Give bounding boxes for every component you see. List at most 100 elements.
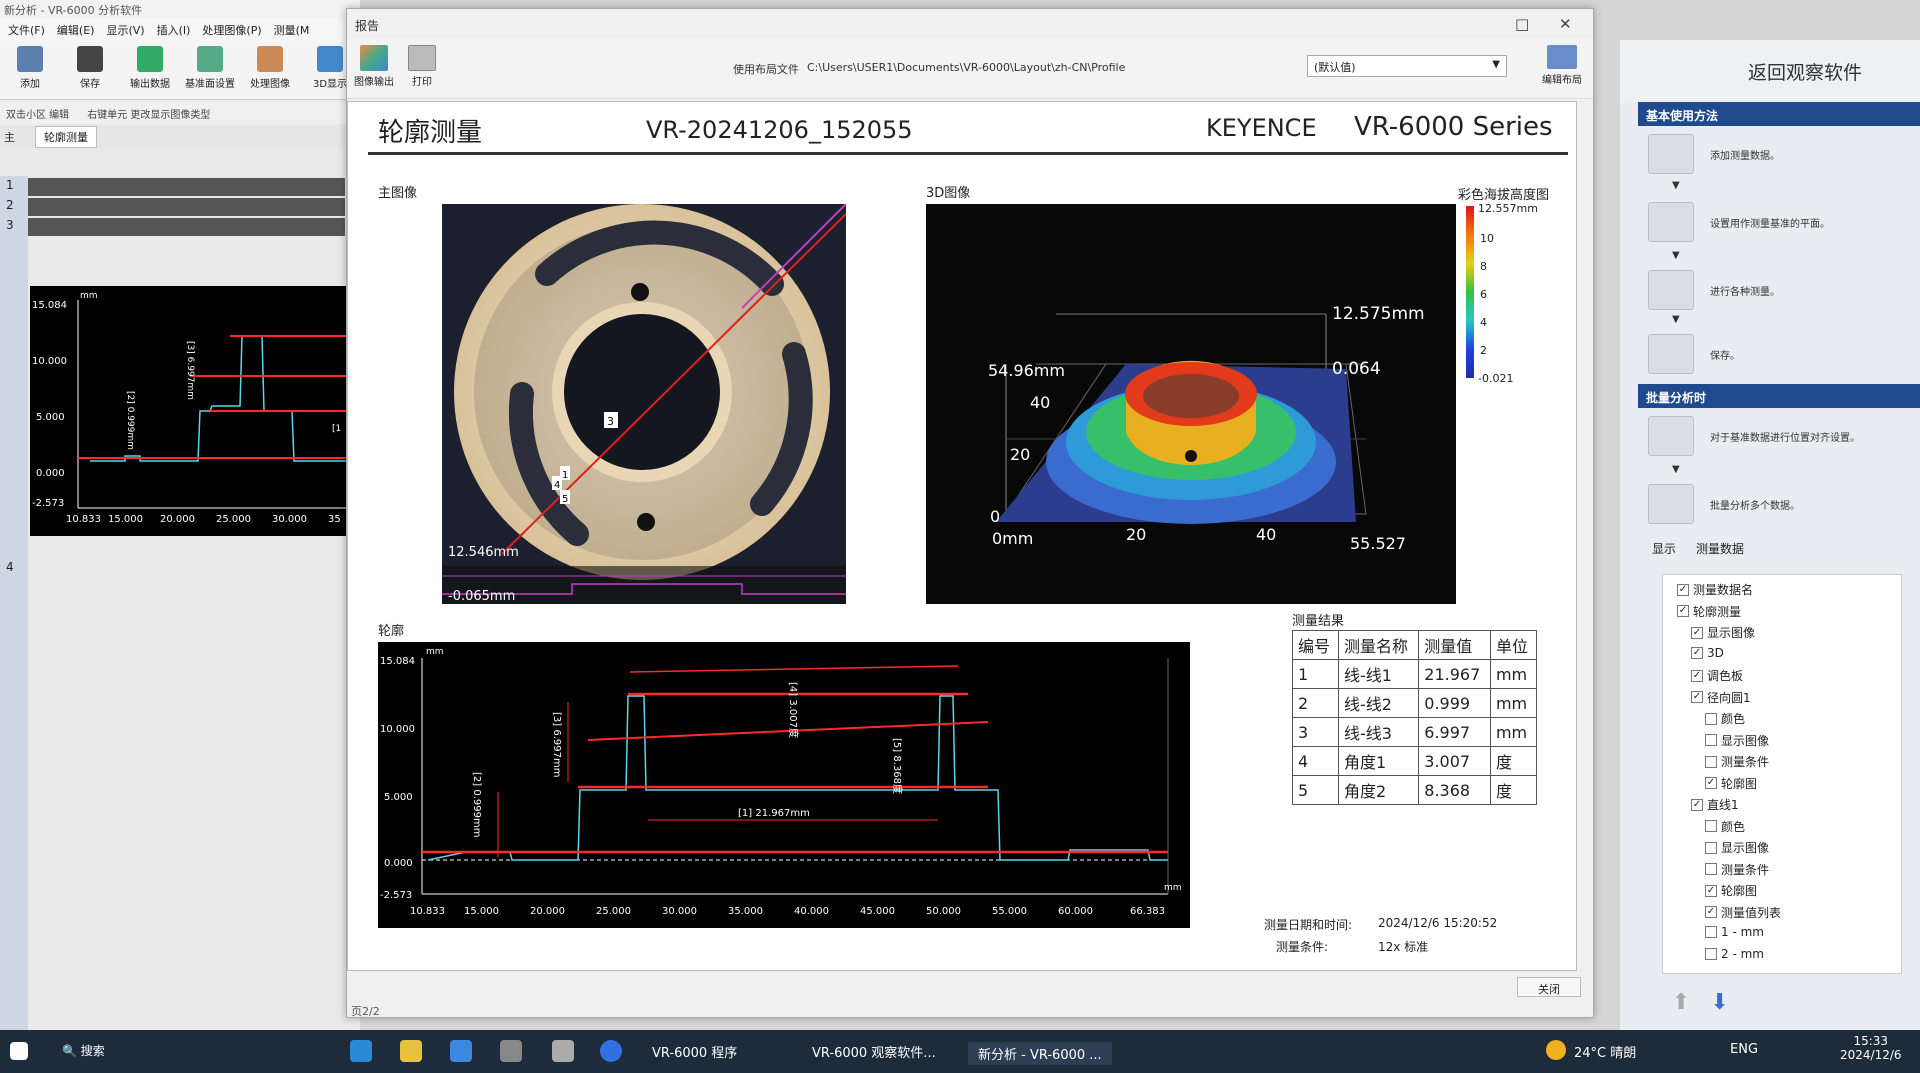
- tree-checkbox[interactable]: ✓: [1705, 884, 1717, 897]
- layout-select[interactable]: (默认值) ▼: [1307, 55, 1507, 77]
- y-tick: -2.573: [32, 498, 64, 509]
- tree-item[interactable]: ✓ 直线1: [1691, 796, 1739, 813]
- tree-checkbox[interactable]: [1705, 863, 1717, 875]
- clock[interactable]: 15:33 2024/12/6: [1840, 1034, 1902, 1062]
- tree-item[interactable]: 显示图像: [1705, 839, 1769, 856]
- tree-checkbox[interactable]: [1705, 712, 1717, 725]
- tree-checkbox[interactable]: ✓: [1705, 777, 1717, 789]
- move-up-icon[interactable]: ⬆: [1672, 990, 1690, 1015]
- profile-caption: 轮廓: [378, 624, 405, 639]
- tree-checkbox[interactable]: ✓: [1705, 906, 1717, 918]
- report-file-name: VR-20241206_152055: [646, 116, 913, 144]
- taskbar-app-analysis[interactable]: 新分析 - VR-6000 ...: [968, 1042, 1112, 1065]
- step-add-data[interactable]: 添加测量数据。: [1648, 134, 1780, 174]
- calculator-icon[interactable]: [552, 1040, 574, 1062]
- tree-item[interactable]: ✓ 轮廓测量: [1677, 603, 1741, 620]
- tree-checkbox[interactable]: [1705, 755, 1717, 768]
- mail-icon[interactable]: [450, 1040, 472, 1062]
- tree-item[interactable]: ✓ 径向圆1: [1691, 689, 1751, 706]
- export-data-button[interactable]: 输出数据: [124, 46, 176, 95]
- menu-insert[interactable]: 插入(I): [157, 22, 191, 38]
- tree-checkbox[interactable]: [1705, 841, 1717, 854]
- tree-checkbox[interactable]: [1705, 926, 1717, 938]
- close-icon[interactable]: ✕: [1559, 15, 1572, 33]
- chevron-down-icon: ▼: [1492, 59, 1500, 70]
- vertical-scrollbar[interactable]: [1579, 101, 1593, 971]
- tree-checkbox[interactable]: ✓: [1677, 583, 1689, 596]
- weather-text[interactable]: 24°C 晴朗: [1574, 1042, 1636, 1061]
- tree-checkbox[interactable]: ✓: [1691, 646, 1703, 659]
- menu-edit[interactable]: 编辑(E): [57, 22, 95, 38]
- add-button[interactable]: 添加: [4, 46, 56, 95]
- reference-plane-button[interactable]: 基准面设置: [184, 46, 236, 95]
- search-button[interactable]: 🔍 搜索: [62, 1042, 105, 1059]
- height-min-label: -0.065mm: [448, 589, 515, 604]
- menu-view[interactable]: 显示(V): [106, 22, 144, 38]
- tree-checkbox[interactable]: ✓: [1677, 605, 1689, 617]
- process-image-button[interactable]: 处理图像: [244, 46, 296, 95]
- tree-checkbox[interactable]: [1705, 820, 1717, 832]
- step-batch[interactable]: 批量分析多个数据。: [1648, 484, 1800, 524]
- tree-item[interactable]: 1 - mm: [1705, 925, 1764, 939]
- taskbar-app-viewer[interactable]: VR-6000 观察软件...: [812, 1042, 936, 1061]
- x-tick: 10.833: [410, 906, 445, 917]
- x-tick: 35: [328, 514, 341, 525]
- step-align[interactable]: 对于基准数据进行位置对齐设置。: [1648, 416, 1860, 456]
- menu-process[interactable]: 处理图像(P): [202, 22, 261, 38]
- tree-item[interactable]: ✓ 调色板: [1691, 667, 1743, 684]
- windows-start-icon[interactable]: [10, 1042, 28, 1060]
- step-measure[interactable]: 进行各种测量。: [1648, 270, 1780, 310]
- tree-checkbox[interactable]: ✓: [1691, 669, 1703, 682]
- tree-item[interactable]: 颜色: [1705, 818, 1745, 835]
- tree-checkbox[interactable]: ✓: [1691, 798, 1703, 811]
- tree-item[interactable]: 显示图像: [1705, 732, 1769, 749]
- close-button[interactable]: 关闭: [1517, 977, 1581, 997]
- tree-checkbox[interactable]: [1705, 734, 1717, 746]
- tree-item[interactable]: ✓ 3D: [1691, 646, 1724, 660]
- tree-item[interactable]: 2 - mm: [1705, 947, 1764, 961]
- taskbar-app-program[interactable]: VR-6000 程序: [652, 1042, 737, 1061]
- svg-text:mm: mm: [1164, 883, 1182, 893]
- layout-file-path: C:\Users\USER1\Documents\VR-6000\Layout\…: [807, 61, 1126, 74]
- tree-item[interactable]: 测量条件: [1705, 861, 1769, 878]
- print-button[interactable]: 打印: [397, 45, 447, 88]
- taskbar: 🔍 搜索 VR-6000 程序 VR-6000 观察软件... 新分析 - VR…: [0, 1030, 1920, 1073]
- settings-icon[interactable]: [500, 1040, 522, 1062]
- tree-checkbox[interactable]: [1705, 947, 1717, 960]
- tree-item[interactable]: 颜色: [1705, 710, 1745, 727]
- y-tick: 40: [1030, 393, 1050, 412]
- edit-layout-button[interactable]: 编辑布局: [1537, 45, 1587, 86]
- store-icon[interactable]: [400, 1040, 422, 1062]
- step-reference-plane[interactable]: 设置用作测量基准的平面。: [1648, 202, 1830, 242]
- tree-checkbox[interactable]: ✓: [1691, 626, 1703, 639]
- maximize-icon[interactable]: □: [1515, 15, 1529, 33]
- move-down-icon[interactable]: ⬇: [1710, 990, 1728, 1015]
- row-band: [28, 178, 345, 196]
- return-to-viewer-button[interactable]: 返回观察软件: [1748, 58, 1862, 85]
- menu-measure[interactable]: 测量(M: [274, 22, 310, 38]
- tree-item[interactable]: ✓ 测量值列表: [1705, 904, 1781, 921]
- hint-edit: 双击小区 编辑: [6, 109, 70, 121]
- language-indicator[interactable]: ENG: [1730, 1042, 1758, 1057]
- step-save[interactable]: 保存。: [1648, 334, 1740, 374]
- image-output-button[interactable]: 图像输出: [349, 45, 399, 88]
- edge-icon[interactable]: [350, 1040, 372, 1062]
- tab-main[interactable]: 主: [4, 129, 15, 145]
- tree-item[interactable]: ✓ 轮廓图: [1705, 775, 1757, 792]
- save-button[interactable]: 保存: [64, 46, 116, 95]
- menu-file[interactable]: 文件(F): [8, 22, 45, 38]
- arrow-down-icon: ▼: [1672, 180, 1680, 191]
- tree-item[interactable]: ✓ 测量数据名: [1677, 581, 1753, 598]
- main-image-caption: 主图像: [378, 186, 418, 201]
- x-tick: 30.000: [662, 906, 697, 917]
- tab-profile[interactable]: 轮廓测量: [35, 126, 97, 148]
- col-header: 测量值: [1418, 630, 1491, 660]
- app-icon[interactable]: [600, 1040, 622, 1062]
- tree-item[interactable]: ✓ 显示图像: [1691, 624, 1755, 641]
- tree-item[interactable]: 测量条件: [1705, 753, 1769, 770]
- tab-measurement-data[interactable]: 测量数据: [1696, 540, 1744, 557]
- colorbar-tick: 2: [1480, 344, 1487, 357]
- tree-checkbox[interactable]: ✓: [1691, 691, 1703, 703]
- tree-item[interactable]: ✓ 轮廓图: [1705, 882, 1757, 899]
- tab-display[interactable]: 显示: [1652, 540, 1676, 557]
